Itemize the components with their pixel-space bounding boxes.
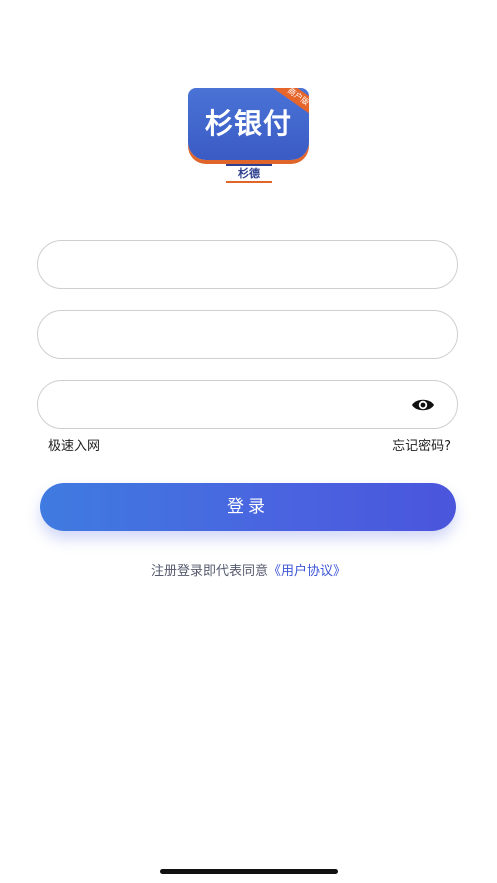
app-logo: 商户版 杉银付 杉德	[188, 88, 309, 184]
eye-icon[interactable]	[411, 396, 435, 414]
login-button[interactable]: 登录	[40, 483, 456, 531]
logo-subtitle-bar-bottom	[226, 181, 272, 183]
logo-tile: 商户版 杉银付	[188, 88, 309, 160]
logo-title: 杉银付	[204, 107, 292, 140]
account-input[interactable]	[58, 241, 401, 290]
password-field[interactable]	[37, 380, 458, 430]
quick-register-link[interactable]: 极速入网	[48, 438, 100, 456]
login-screen: 商户版 杉银付 杉德 极速入网 忘记密码? 登录 注册登录即代表同意《用户协议》	[0, 0, 497, 883]
user-agreement-link[interactable]: 《用户协议》	[268, 564, 346, 579]
forgot-password-link[interactable]: 忘记密码?	[392, 438, 451, 456]
home-indicator[interactable]	[160, 869, 338, 874]
second-field[interactable]	[37, 310, 458, 360]
account-field[interactable]	[37, 240, 458, 290]
second-input[interactable]	[58, 311, 401, 360]
agreement-text: 注册登录即代表同意《用户协议》	[0, 563, 497, 581]
logo-subtitle-block: 杉德	[226, 164, 272, 183]
logo-subtitle-bar-top	[226, 164, 272, 166]
agreement-label: 注册登录即代表同意	[150, 564, 268, 579]
logo-subtitle: 杉德	[238, 167, 260, 180]
password-input[interactable]	[58, 381, 401, 430]
